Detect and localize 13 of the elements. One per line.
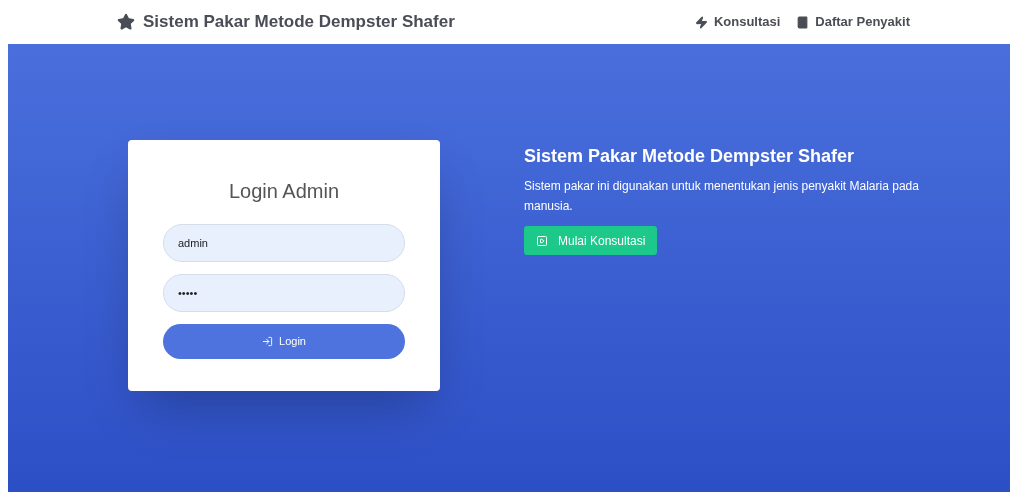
nav-link[interactable]: Daftar Penyakit	[796, 12, 910, 32]
nav-link[interactable]: Konsultasi	[694, 12, 781, 32]
hero-title: Sistem Pakar Metode Dempster Shafer	[524, 145, 856, 168]
login-button[interactable]: Login	[163, 324, 405, 359]
password-field[interactable]: •••••	[163, 274, 405, 312]
lightning-icon	[694, 15, 708, 29]
play-icon	[536, 234, 548, 247]
username-field[interactable]: admin	[163, 224, 405, 262]
star-icon	[117, 13, 135, 31]
login-icon	[262, 336, 274, 347]
brand-title[interactable]: Sistem Pakar Metode Dempster Shafer	[143, 9, 455, 35]
hero-description: Sistem pakar ini digunakan untuk menentukan jenis penyakit Malaria pada manusia.	[524, 178, 920, 215]
login-title: Login Admin	[228, 179, 340, 204]
